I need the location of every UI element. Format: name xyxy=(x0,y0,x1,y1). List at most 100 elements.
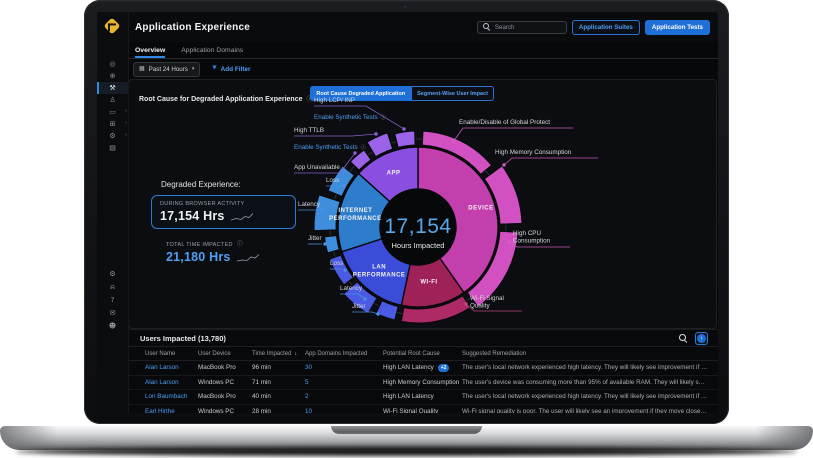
workstation-icon: ♙ xyxy=(109,97,115,104)
user-device: Windows PC xyxy=(198,408,252,413)
leader-dot xyxy=(451,140,454,143)
user-name-link[interactable]: Earl Hirthe xyxy=(145,408,198,413)
leader-line xyxy=(453,128,573,142)
sidebar-item-settings[interactable]: ⚙ xyxy=(97,268,128,281)
search-placeholder: Search xyxy=(495,24,515,31)
col-user-name[interactable]: User Name xyxy=(145,351,198,357)
app-domains-link[interactable]: 30 xyxy=(305,364,383,371)
user-device: MacBook Pro xyxy=(198,364,252,371)
tab-application-domains[interactable]: Application Domains xyxy=(181,47,243,58)
arc-jitter[interactable] xyxy=(325,236,340,253)
filter-bar: ▦ Past 24 Hours ▾ ▼ Add Filter xyxy=(128,59,718,79)
notes-icon: ▤ xyxy=(109,145,116,152)
leader-dot xyxy=(343,268,346,271)
add-filter-button[interactable]: ▼ Add Filter xyxy=(212,66,250,73)
user-name-link[interactable]: Alan Larson xyxy=(145,364,198,371)
top-bar-actions: Search Application Suites Application Te… xyxy=(477,20,710,35)
remediation-text: The user's local network experienced hig… xyxy=(462,393,718,400)
sort-desc-icon[interactable]: ↓ xyxy=(294,351,297,357)
application-tests-button[interactable]: Application Tests xyxy=(645,20,710,35)
users-impacted-title: Users Impacted (13,780) xyxy=(140,334,671,343)
leader-dot xyxy=(464,302,467,305)
col-remediation[interactable]: Suggested Remediation xyxy=(462,351,718,357)
synthetic-tests-link[interactable]: Enable Synthetic Testsⓘ xyxy=(314,114,386,121)
category-label-latency: Latency xyxy=(340,285,363,292)
category-label-latency: Latency xyxy=(298,201,321,208)
root-cause-cell: High LAN Latency +2 xyxy=(383,364,462,372)
col-root-cause[interactable]: Potential Root Cause xyxy=(383,351,462,357)
search-icon xyxy=(483,23,491,31)
leader-dot xyxy=(323,242,326,245)
table-row[interactable]: Alan Larson Windows PC 71 min 5 High Mem… xyxy=(128,376,718,391)
sidebar-nav: ◎ ⊕ ⚒ ♙ ▭› ⊞› ⚙› ▤ xyxy=(97,58,128,154)
segment-label-device: DEVICE xyxy=(468,206,493,212)
sidebar-item-account[interactable]: ☻ xyxy=(97,320,128,333)
table-row[interactable]: Alan Larson MacBook Pro 96 min 30 High L… xyxy=(128,361,718,376)
sidebar-item-workstation[interactable]: ♙ xyxy=(97,94,128,106)
download-icon: ↓ xyxy=(697,334,706,343)
sidebar-item-experience[interactable]: ⚒ xyxy=(97,82,128,94)
sidebar-item-network[interactable]: ⊕ xyxy=(97,70,128,82)
sidebar-item-applications[interactable]: ⊞› xyxy=(97,118,128,130)
integrations-icon: ⚙ xyxy=(109,133,115,140)
sidebar-item-dashboard[interactable]: ◎ xyxy=(97,58,128,70)
catchpoint-logo[interactable] xyxy=(104,18,121,35)
table-row[interactable]: Lori Baumbach MacBook Pro 40 min 2 High … xyxy=(128,390,718,405)
hours-impacted-value: 17,154 xyxy=(384,215,451,238)
more-causes-badge[interactable]: +2 xyxy=(438,364,450,372)
root-cause-cell: High Memory Consumption xyxy=(383,379,462,386)
synthetic-tests-link[interactable]: Enable Synthetic Testsⓘ xyxy=(294,144,366,151)
sidebar-item-devices[interactable]: ▭› xyxy=(97,106,128,118)
leader-dot xyxy=(319,208,322,211)
table-search-icon[interactable] xyxy=(679,334,687,342)
root-cause-value: High Memory Consumption xyxy=(383,379,459,386)
chevron-right-icon: › xyxy=(125,109,127,114)
sidebar-item-notes[interactable]: ▤ xyxy=(97,142,128,154)
leader-line xyxy=(352,312,378,314)
tab-overview[interactable]: Overview xyxy=(135,47,165,58)
applications-icon: ⊞ xyxy=(110,121,116,128)
user-icon: ☻ xyxy=(109,323,116,330)
leader-dot xyxy=(353,151,356,154)
leader-dot xyxy=(376,312,379,315)
app-domains-link[interactable]: 2 xyxy=(305,393,383,400)
leader-dot xyxy=(363,297,366,300)
sidebar-item-integrations[interactable]: ⚙› xyxy=(97,130,128,142)
arc-high-lcp-inp[interactable] xyxy=(395,131,415,147)
application-suites-button[interactable]: Application Suites xyxy=(572,20,640,35)
app-domains-link[interactable]: 5 xyxy=(305,379,383,386)
sidebar-item-help[interactable]: ? xyxy=(97,294,128,307)
dashboard-icon: ◎ xyxy=(109,61,115,68)
leader-dot xyxy=(342,184,345,187)
col-time-impacted[interactable]: Time Impacted↓ xyxy=(252,351,305,357)
sidebar-bottom-nav: ⚙ ⍾ ? ✉ ☻ xyxy=(97,268,128,333)
sidebar-item-feedback[interactable]: ✉ xyxy=(97,307,128,320)
root-cause-sunburst-chart[interactable]: DEVICEWI-FILANPERFORMANCEINTERNETPERFORM… xyxy=(118,92,718,362)
root-cause-value: High LAN Latency xyxy=(383,364,434,371)
hours-impacted-label: Hours Impacted xyxy=(392,241,445,250)
time-range-dropdown[interactable]: ▦ Past 24 Hours ▾ xyxy=(133,62,200,77)
category-label-jitter: Jitter xyxy=(308,235,322,242)
chat-icon: ✉ xyxy=(110,310,116,317)
col-app-domains[interactable]: App Domains Impacted xyxy=(305,351,383,357)
download-button[interactable]: ↓ xyxy=(695,332,708,345)
category-label-high-lcp-inp: High LCP/ INP xyxy=(314,97,355,104)
webcam-dot xyxy=(404,5,407,8)
laptop-notch xyxy=(331,426,482,434)
category-label-high-cpu: High CPUConsumption xyxy=(513,230,551,245)
search-input[interactable]: Search xyxy=(477,21,567,34)
leader-dot xyxy=(374,132,377,135)
category-label-wi-fi-signal: Wi-Fi SignalQuality xyxy=(470,295,504,310)
sidebar-item-alerts[interactable]: ⍾ xyxy=(97,281,128,294)
app-domains-link[interactable]: 10 xyxy=(305,408,383,413)
col-user-device[interactable]: User Device xyxy=(198,351,252,357)
user-name-link[interactable]: Lori Baumbach xyxy=(145,393,198,400)
root-cause-cell: Wi-Fi Signal Quality xyxy=(383,408,462,413)
user-name-link[interactable]: Alan Larson xyxy=(145,379,198,386)
leader-dot xyxy=(507,240,510,243)
network-icon: ⊕ xyxy=(110,73,116,80)
filter-icon: ▼ xyxy=(212,66,216,72)
experience-icon: ⚒ xyxy=(109,85,115,92)
table-row[interactable]: Earl Hirthe Windows PC 28 min 10 Wi-Fi S… xyxy=(128,405,718,414)
remediation-text: The user's local network experienced hig… xyxy=(462,364,718,371)
